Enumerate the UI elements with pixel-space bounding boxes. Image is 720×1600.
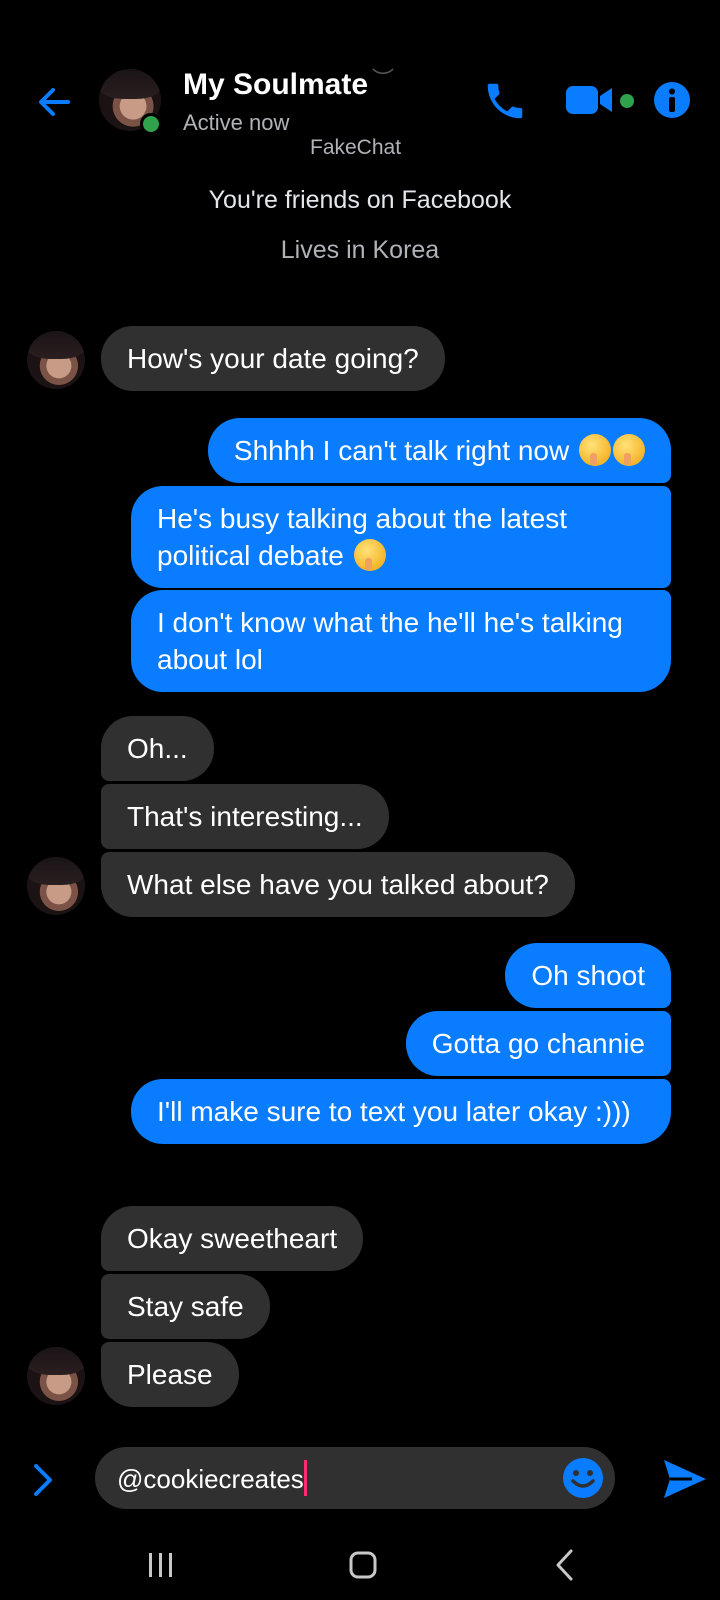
- phone-icon: [487, 83, 523, 119]
- shushing-emoji-icon: [579, 434, 611, 466]
- send-button[interactable]: [662, 1456, 708, 1502]
- expand-actions-button[interactable]: [28, 1460, 58, 1500]
- message-text: Please: [127, 1359, 213, 1390]
- location-info: Lives in Korea: [280, 236, 440, 264]
- recent-apps-button[interactable]: [146, 1550, 176, 1580]
- message-bubble-outgoing[interactable]: Gotta go channie: [405, 1011, 671, 1076]
- message-text: Oh...: [127, 733, 188, 764]
- message-text: I don't know what the he'll he's talking…: [157, 607, 623, 675]
- message-text: How's your date going?: [127, 343, 419, 374]
- emoji-button[interactable]: [562, 1457, 604, 1499]
- smiley-icon: [563, 1458, 603, 1498]
- send-icon: [664, 1460, 706, 1498]
- message-bubble-outgoing[interactable]: Oh shoot: [505, 943, 671, 1008]
- watermark: FakeChat: [310, 136, 402, 159]
- message-text: Gotta go channie: [431, 1028, 645, 1059]
- text-caret: [303, 1460, 307, 1496]
- message-bubble-outgoing[interactable]: I don't know what the he'll he's talking…: [131, 590, 671, 692]
- message-text: What else have you talked about?: [127, 869, 549, 900]
- message-input[interactable]: @cookiecreates: [95, 1447, 615, 1509]
- hand-over-mouth-emoji-icon: [353, 539, 386, 571]
- message-bubble-incoming[interactable]: Oh...: [101, 716, 214, 781]
- shushing-emoji-icon: [613, 434, 645, 466]
- message-bubble-outgoing[interactable]: He's busy talking about the latest polit…: [131, 486, 671, 588]
- message-bubble-outgoing[interactable]: Shhhh I can't talk right now: [207, 418, 671, 483]
- message-text: Shhhh I can't talk right now: [233, 435, 570, 466]
- contact-status: Active now: [183, 110, 290, 135]
- friends-info: You're friends on Facebook: [208, 186, 512, 214]
- system-back-button[interactable]: [553, 1548, 577, 1582]
- contact-name[interactable]: My Soulmate: [183, 68, 368, 102]
- message-bubble-incoming[interactable]: How's your date going?: [101, 326, 445, 391]
- message-input-value[interactable]: @cookiecreates: [117, 1460, 307, 1496]
- video-call-button[interactable]: [566, 82, 618, 118]
- home-icon: [349, 1551, 377, 1579]
- message-bubble-outgoing[interactable]: I'll make sure to text you later okay :)…: [131, 1079, 671, 1144]
- chevron-left-icon: [556, 1549, 573, 1581]
- message-bubble-incoming[interactable]: Stay safe: [101, 1274, 270, 1339]
- system-navigation-bar: [0, 1530, 720, 1600]
- video-active-dot: [620, 94, 634, 108]
- home-button[interactable]: [349, 1550, 377, 1580]
- message-bubble-incoming[interactable]: What else have you talked about?: [101, 852, 575, 917]
- decorative-glyph: ︶: [372, 67, 395, 92]
- recents-icon: [149, 1553, 172, 1577]
- sender-avatar[interactable]: [27, 857, 85, 915]
- video-camera-icon: [566, 86, 612, 114]
- sender-avatar[interactable]: [27, 1347, 85, 1405]
- message-input-text: @cookiecreates: [117, 1464, 304, 1494]
- voice-call-button[interactable]: [482, 78, 528, 124]
- message-text: That's interesting...: [127, 801, 363, 832]
- message-text: Stay safe: [127, 1291, 244, 1322]
- message-bubble-incoming[interactable]: Please: [101, 1342, 239, 1407]
- back-button[interactable]: [34, 82, 74, 122]
- message-text: Oh shoot: [531, 960, 645, 991]
- messenger-chat-screen: My Soulmate ︶ Active now FakeChat You're…: [0, 0, 720, 1600]
- message-bubble-incoming[interactable]: Okay sweetheart: [101, 1206, 364, 1271]
- info-icon: [654, 82, 690, 118]
- sender-avatar[interactable]: [27, 331, 85, 389]
- chevron-right-icon: [34, 1464, 52, 1496]
- message-text: I'll make sure to text you later okay :)…: [157, 1096, 631, 1127]
- arrow-left-icon: [39, 88, 70, 116]
- message-bubble-incoming[interactable]: That's interesting...: [101, 784, 389, 849]
- online-indicator: [140, 113, 162, 135]
- message-text: Okay sweetheart: [127, 1223, 338, 1254]
- info-button[interactable]: [653, 81, 691, 119]
